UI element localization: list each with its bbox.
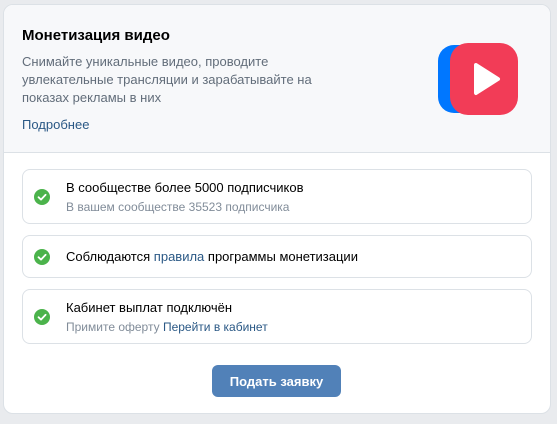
monetization-header: Монетизация видео Снимайте уникальные ви… — [4, 5, 550, 153]
check-circle-icon — [34, 189, 50, 205]
offer-text: Примите оферту — [66, 320, 160, 334]
requirement-rules: Соблюдаются правила программы монетизаци… — [22, 235, 532, 278]
go-to-cabinet-link[interactable]: Перейти в кабинет — [163, 320, 268, 334]
check-circle-icon — [34, 309, 50, 325]
more-link[interactable]: Подробнее — [22, 117, 89, 132]
page-title: Монетизация видео — [22, 27, 170, 44]
rules-link[interactable]: правила — [154, 249, 204, 264]
vk-video-play-icon — [438, 43, 518, 115]
monetization-card: Монетизация видео Снимайте уникальные ви… — [3, 4, 551, 414]
requirement-title: Кабинет выплат подключён — [66, 300, 233, 315]
requirement-subtitle: Примите оферту Перейти в кабинет — [66, 320, 268, 334]
description-text: Снимайте уникальные видео, проводите увл… — [22, 54, 312, 105]
requirement-subtitle: В вашем сообществе 35523 подписчика — [66, 200, 290, 214]
requirement-subscribers: В сообществе более 5000 подписчиков В ва… — [22, 169, 532, 224]
requirement-title-after: программы монетизации — [207, 249, 358, 264]
submit-application-button[interactable]: Подать заявку — [212, 365, 341, 397]
requirement-title: В сообществе более 5000 подписчиков — [66, 180, 304, 195]
requirement-payouts: Кабинет выплат подключён Примите оферту … — [22, 289, 532, 344]
requirement-title: Соблюдаются правила программы монетизаци… — [66, 249, 358, 264]
check-circle-icon — [34, 249, 50, 265]
requirement-title-before: Соблюдаются — [66, 249, 151, 264]
